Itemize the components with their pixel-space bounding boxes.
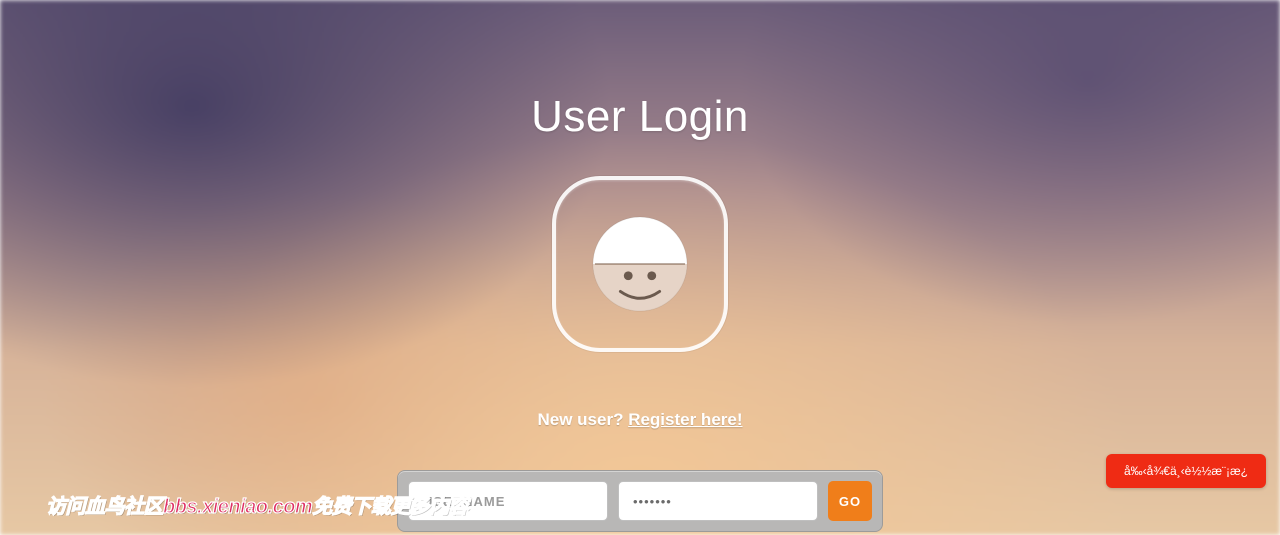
avatar-badge xyxy=(552,176,728,352)
username-input[interactable] xyxy=(408,481,608,521)
new-user-line: New user? Register here! xyxy=(537,410,742,430)
register-link[interactable]: Register here! xyxy=(628,410,742,429)
login-form: GO xyxy=(397,470,883,532)
avatar-face-icon xyxy=(591,215,689,313)
password-input[interactable] xyxy=(618,481,818,521)
download-template-button[interactable]: å‰‹å¾€ä¸‹è½½æ¨¡æ¿ xyxy=(1106,454,1266,488)
new-user-prefix: New user? xyxy=(537,410,628,429)
page-title: User Login xyxy=(531,92,749,142)
go-button[interactable]: GO xyxy=(828,481,872,521)
login-container: User Login New user? Register here! GO xyxy=(0,0,1280,535)
